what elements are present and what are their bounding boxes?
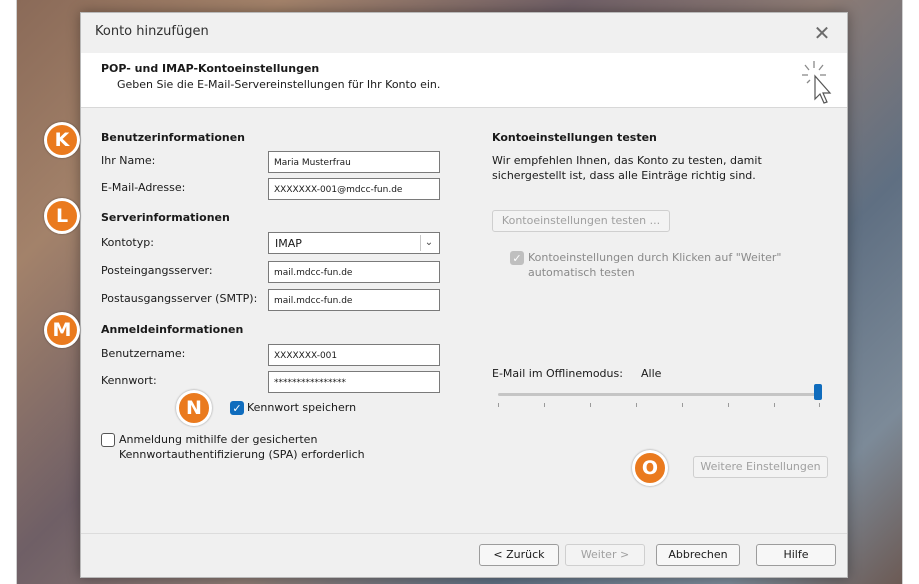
annotation-badge-k: K [44, 122, 80, 158]
title-bar: Konto hinzufügen ✕ [81, 13, 847, 53]
email-label: E-Mail-Adresse: [101, 181, 186, 194]
outgoing-server-label: Postausgangsserver (SMTP): [101, 292, 258, 305]
header-title: POP- und IMAP-Kontoeinstellungen [101, 62, 320, 75]
cancel-button[interactable]: Abbrechen [656, 544, 740, 566]
slider-tick [590, 403, 591, 407]
spa-label-line1[interactable]: Anmeldung mithilfe der gesicherten [119, 433, 317, 446]
email-field[interactable]: XXXXXXX-001@mdcc-fun.de [268, 178, 440, 200]
close-icon[interactable]: ✕ [807, 18, 837, 48]
auto-test-label-line1[interactable]: Kontoeinstellungen durch Klicken auf "We… [528, 251, 782, 264]
slider-tick [819, 403, 820, 407]
login-info-heading: Anmeldeinformationen [101, 323, 244, 336]
slider-tick [498, 403, 499, 407]
username-field[interactable]: XXXXXXX-001 [268, 344, 440, 366]
account-type-value: IMAP [275, 237, 302, 250]
outgoing-server-field[interactable]: mail.mdcc-fun.de [268, 289, 440, 311]
header-subtitle: Geben Sie die E-Mail-Servereinstellungen… [117, 78, 441, 91]
back-button[interactable]: < Zurück [479, 544, 559, 566]
server-info-heading: Serverinformationen [101, 211, 230, 224]
incoming-server-label: Posteingangsserver: [101, 264, 213, 277]
add-account-dialog: Konto hinzufügen ✕ POP- und IMAP-Kontoei… [80, 12, 848, 578]
help-button[interactable]: Hilfe [756, 544, 836, 566]
name-label: Ihr Name: [101, 154, 156, 167]
more-settings-button[interactable]: Weitere Einstellungen [693, 456, 828, 478]
test-description-line2: sichergestellt ist, dass alle Einträge r… [492, 169, 756, 182]
annotation-badge-l: L [44, 198, 80, 234]
offline-mode-value: Alle [641, 367, 662, 380]
account-type-select[interactable]: IMAP ⌄ [268, 232, 440, 254]
auto-test-label-line2[interactable]: automatisch testen [528, 266, 635, 279]
spa-label-line2[interactable]: Kennwortauthentifizierung (SPA) erforder… [119, 448, 365, 461]
frame-border-right [902, 0, 903, 584]
dialog-title: Konto hinzufügen [95, 24, 209, 39]
cursor-click-icon [802, 61, 832, 104]
chevron-down-icon[interactable]: ⌄ [420, 235, 437, 251]
auto-test-checkbox[interactable]: ✓ [510, 251, 524, 265]
username-label: Benutzername: [101, 347, 186, 360]
incoming-server-field[interactable]: mail.mdcc-fun.de [268, 261, 440, 283]
offline-mode-label: E-Mail im Offlinemodus: [492, 367, 623, 380]
remember-password-label[interactable]: Kennwort speichern [247, 401, 356, 414]
password-label: Kennwort: [101, 374, 157, 387]
remember-password-checkbox[interactable]: ✓ [230, 401, 244, 415]
annotation-badge-n: N [176, 390, 212, 426]
offline-slider-thumb[interactable] [814, 384, 822, 400]
user-info-heading: Benutzerinformationen [101, 131, 246, 144]
offline-slider-track[interactable] [498, 393, 820, 396]
slider-tick [636, 403, 637, 407]
account-type-label: Kontotyp: [101, 236, 154, 249]
test-account-button[interactable]: Kontoeinstellungen testen ... [492, 210, 670, 232]
slider-tick [544, 403, 545, 407]
slider-tick [728, 403, 729, 407]
password-field[interactable]: **************** [268, 371, 440, 393]
annotation-badge-o: O [632, 450, 668, 486]
annotation-badge-m: M [44, 312, 80, 348]
next-button[interactable]: Weiter > [565, 544, 645, 566]
frame-border-left [16, 0, 17, 584]
test-description-line1: Wir empfehlen Ihnen, das Konto zu testen… [492, 154, 762, 167]
footer-divider [81, 533, 847, 534]
name-field[interactable]: Maria Musterfrau [268, 151, 440, 173]
spa-checkbox[interactable] [101, 433, 115, 447]
slider-tick [774, 403, 775, 407]
test-heading: Kontoeinstellungen testen [492, 131, 657, 144]
dialog-header: POP- und IMAP-Kontoeinstellungen Geben S… [81, 53, 847, 108]
slider-tick [682, 403, 683, 407]
